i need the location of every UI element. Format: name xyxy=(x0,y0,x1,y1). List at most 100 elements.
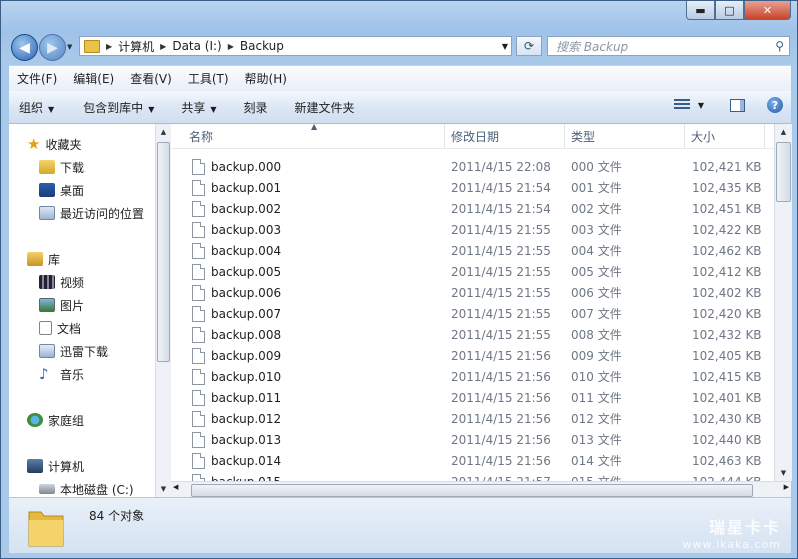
menu-view[interactable]: 查看(V) xyxy=(122,70,180,87)
table-row[interactable]: backup.010 2011/4/15 21:56 010 文件 102,415 K… xyxy=(171,367,774,388)
search-input[interactable]: 搜索 Backup ⚲ xyxy=(547,36,790,56)
nav-homegroup[interactable]: 家庭组 xyxy=(27,410,84,430)
refresh-button[interactable]: ⟳ xyxy=(516,36,542,56)
breadcrumb-separator-icon[interactable]: ▶ xyxy=(226,42,236,51)
file-type: 009 文件 xyxy=(571,349,622,363)
file-modified: 2011/4/15 21:55 xyxy=(451,265,551,279)
table-row[interactable]: backup.013 2011/4/15 21:56 013 文件 102,440 K… xyxy=(171,430,774,451)
scroll-right-icon[interactable]: ▶ xyxy=(784,483,789,491)
file-icon xyxy=(192,285,205,301)
forward-button[interactable]: ▶ xyxy=(39,34,66,61)
back-button[interactable]: ◀ xyxy=(11,34,38,61)
nav-documents[interactable]: 文档 xyxy=(39,318,81,338)
burn-button[interactable]: 刻录 xyxy=(226,99,277,116)
menu-file[interactable]: 文件(F) xyxy=(9,70,65,87)
file-icon xyxy=(192,306,205,322)
file-name: backup.011 xyxy=(211,391,282,405)
file-icon xyxy=(192,180,205,196)
table-row[interactable]: backup.012 2011/4/15 21:56 012 文件 102,430 K… xyxy=(171,409,774,430)
menu-help[interactable]: 帮助(H) xyxy=(237,70,295,87)
table-row[interactable]: backup.011 2011/4/15 21:56 011 文件 102,401 K… xyxy=(171,388,774,409)
table-row[interactable]: backup.009 2011/4/15 21:56 009 文件 102,405 K… xyxy=(171,346,774,367)
file-vscrollbar[interactable]: ▲ ▼ xyxy=(774,124,792,481)
close-button[interactable]: ✕ xyxy=(744,1,791,20)
column-name[interactable]: 名称 xyxy=(183,124,445,148)
table-row[interactable]: backup.004 2011/4/15 21:55 004 文件 102,462 K… xyxy=(171,241,774,262)
address-bar[interactable]: ▶ 计算机 ▶ Data (I:) ▶ Backup ▼ xyxy=(79,36,512,56)
nav-music[interactable]: ♪ 音乐 xyxy=(39,364,84,384)
file-size: 102,422 KB xyxy=(692,223,762,237)
preview-pane-icon[interactable] xyxy=(730,98,745,112)
file-size: 102,415 KB xyxy=(692,370,762,384)
nav-local-disk[interactable]: 本地磁盘 (C:) xyxy=(39,479,134,497)
table-row[interactable]: backup.007 2011/4/15 21:55 007 文件 102,420 K… xyxy=(171,304,774,325)
share-button[interactable]: 共享 ▼ xyxy=(163,99,225,116)
nav-scroll-thumb[interactable] xyxy=(157,142,170,362)
file-name: backup.006 xyxy=(211,286,282,300)
column-modified[interactable]: 修改日期 xyxy=(445,124,565,148)
h-scroll-thumb[interactable] xyxy=(191,484,753,497)
views-icon[interactable] xyxy=(673,99,690,111)
file-scroll-thumb[interactable] xyxy=(776,142,791,202)
file-modified: 2011/4/15 21:54 xyxy=(451,202,551,216)
nav-scrollbar[interactable]: ▲ ▼ xyxy=(155,124,171,497)
column-size[interactable]: 大小 xyxy=(685,124,765,148)
scroll-down-icon[interactable]: ▼ xyxy=(775,465,792,481)
table-row[interactable]: backup.014 2011/4/15 21:56 014 文件 102,463 K… xyxy=(171,451,774,472)
table-row[interactable]: backup.001 2011/4/15 21:54 001 文件 102,435 K… xyxy=(171,178,774,199)
table-row[interactable]: backup.008 2011/4/15 21:55 008 文件 102,432 K… xyxy=(171,325,774,346)
file-size: 102,462 KB xyxy=(692,244,762,258)
breadcrumb-data-drive[interactable]: Data (I:) xyxy=(168,39,225,53)
nav-libraries[interactable]: 库 xyxy=(27,249,60,269)
file-size: 102,440 KB xyxy=(692,433,762,447)
file-type: 005 文件 xyxy=(571,265,622,279)
nav-desktop[interactable]: 桌面 xyxy=(39,180,84,200)
chevron-down-icon: ▼ xyxy=(148,104,155,114)
nav-videos[interactable]: 视频 xyxy=(39,272,84,292)
chevron-down-icon[interactable]: ▼ xyxy=(698,101,704,110)
breadcrumb-computer[interactable]: 计算机 xyxy=(114,38,158,55)
minimize-button[interactable]: ▬ xyxy=(686,1,715,20)
scroll-up-icon[interactable]: ▲ xyxy=(156,124,171,140)
table-row[interactable]: backup.002 2011/4/15 21:54 002 文件 102,451 K… xyxy=(171,199,774,220)
nav-pictures[interactable]: 图片 xyxy=(39,295,84,315)
file-icon xyxy=(192,432,205,448)
maximize-button[interactable]: □ xyxy=(715,1,744,20)
address-dropdown-icon[interactable]: ▼ xyxy=(502,42,508,51)
nav-downloads[interactable]: 下载 xyxy=(39,157,84,177)
nav-favorites[interactable]: ★ 收藏夹 xyxy=(27,134,81,154)
menu-tools[interactable]: 工具(T) xyxy=(180,70,237,87)
breadcrumb-backup[interactable]: Backup xyxy=(236,39,288,53)
help-icon[interactable]: ? xyxy=(767,97,783,113)
search-icon[interactable]: ⚲ xyxy=(775,39,784,53)
nav-recent[interactable]: 最近访问的位置 xyxy=(39,203,144,223)
table-row[interactable]: backup.006 2011/4/15 21:55 006 文件 102,402 K… xyxy=(171,283,774,304)
file-hscrollbar[interactable]: ◀ ▶ xyxy=(171,481,791,498)
file-size: 102,412 KB xyxy=(692,265,762,279)
table-row[interactable]: backup.003 2011/4/15 21:55 003 文件 102,422 K… xyxy=(171,220,774,241)
table-row[interactable]: backup.005 2011/4/15 21:55 005 文件 102,412 K… xyxy=(171,262,774,283)
menu-bar: 文件(F) 编辑(E) 查看(V) 工具(T) 帮助(H) xyxy=(9,65,791,91)
nav-computer[interactable]: 计算机 xyxy=(27,456,84,476)
nav-label: 图片 xyxy=(60,298,85,313)
menu-edit[interactable]: 编辑(E) xyxy=(65,70,122,87)
scroll-up-icon[interactable]: ▲ xyxy=(775,124,792,140)
file-modified: 2011/4/15 21:55 xyxy=(451,307,551,321)
include-library-label: 包含到库中 xyxy=(83,100,144,115)
column-type[interactable]: 类型 xyxy=(565,124,685,148)
scroll-down-icon[interactable]: ▼ xyxy=(156,481,171,497)
file-type: 002 文件 xyxy=(571,202,622,216)
file-icon xyxy=(192,411,205,427)
recent-pages-dropdown[interactable]: ▼ xyxy=(67,43,72,51)
breadcrumb-separator-icon[interactable]: ▶ xyxy=(104,42,114,51)
folder-icon xyxy=(84,39,100,53)
table-row[interactable]: backup.000 2011/4/15 22:08 000 文件 102,421 K… xyxy=(171,157,774,178)
breadcrumb-separator-icon[interactable]: ▶ xyxy=(158,42,168,51)
include-library-button[interactable]: 包含到库中 ▼ xyxy=(63,99,163,116)
scroll-left-icon[interactable]: ◀ xyxy=(173,483,178,491)
nav-label: 文档 xyxy=(57,321,82,336)
new-folder-button[interactable]: 新建文件夹 xyxy=(277,99,364,116)
nav-label: 迅雷下载 xyxy=(60,344,109,359)
nav-thunder-downloads[interactable]: 迅雷下载 xyxy=(39,341,108,361)
organize-button[interactable]: 组织 ▼ xyxy=(9,99,63,116)
